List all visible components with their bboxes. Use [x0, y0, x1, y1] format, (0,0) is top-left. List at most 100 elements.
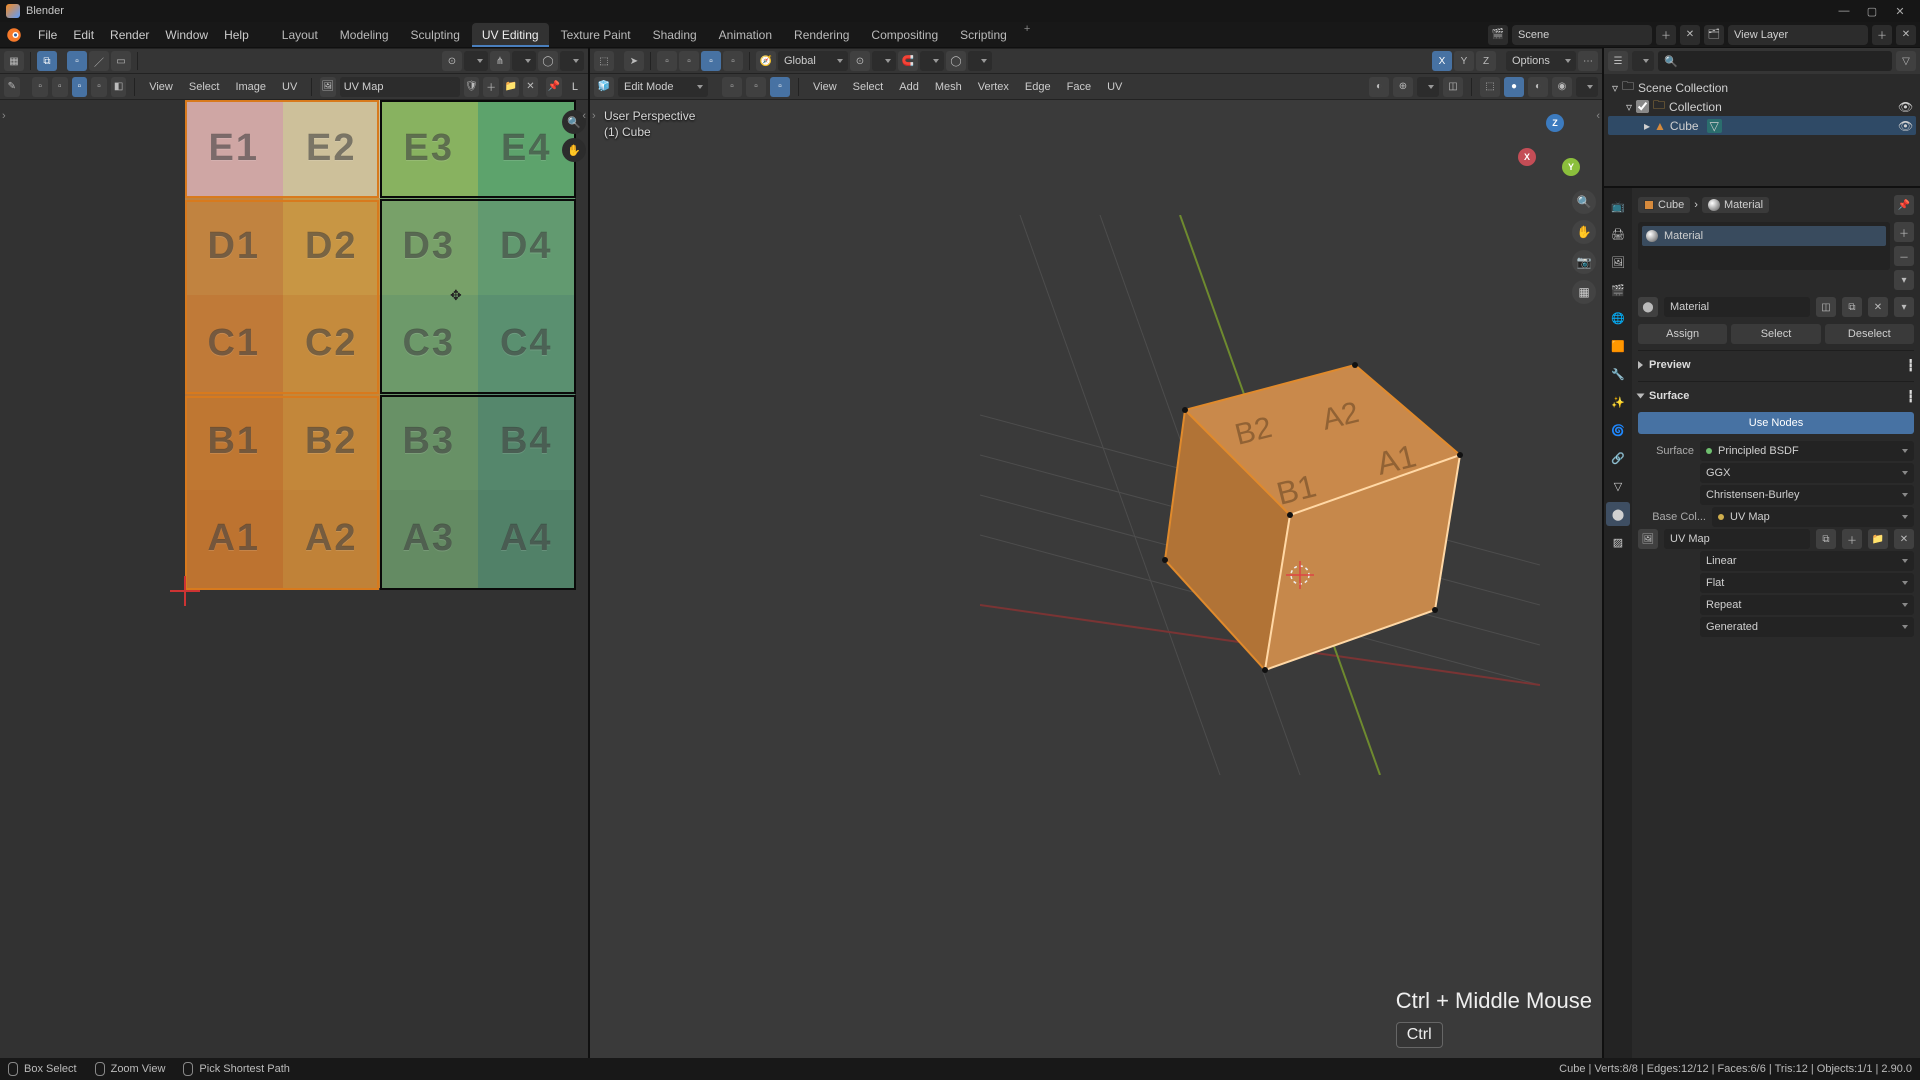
view3d-menu-edge[interactable]: Edge	[1019, 81, 1057, 93]
window-close-button[interactable]: ✕	[1886, 0, 1914, 22]
tab-compositing[interactable]: Compositing	[861, 23, 948, 47]
image-name-field[interactable]: UV Map	[1664, 529, 1810, 549]
eye-icon[interactable]: 👁	[1898, 119, 1912, 133]
tab-material-icon[interactable]: ⬤	[1606, 502, 1630, 526]
tab-mesh-icon[interactable]: ▽	[1606, 474, 1630, 498]
view3d-camera-icon[interactable]: 📷	[1572, 250, 1596, 274]
distribution-dropdown[interactable]: GGX	[1700, 463, 1914, 483]
uv-trunc-menu[interactable]: L	[566, 81, 584, 93]
uv-pin-header-icon[interactable]: 📌	[546, 77, 562, 97]
uv-island-mode-icon[interactable]: ▫	[91, 77, 107, 97]
view3d-snap-dropdown[interactable]	[920, 51, 944, 71]
view3d-overlays-dropdown[interactable]	[1417, 77, 1439, 97]
scene-delete-button[interactable]: ✕	[1680, 25, 1700, 45]
tab-animation[interactable]: Animation	[709, 23, 782, 47]
tab-scene-icon[interactable]: 🎬	[1606, 278, 1630, 302]
view3d-snap-icon[interactable]: 🧲	[898, 51, 918, 71]
view3d-toolbar-toggle[interactable]: ›	[592, 110, 596, 122]
view3d-shading-rendered-icon[interactable]: ◉	[1552, 77, 1572, 97]
uv-menu-view[interactable]: View	[143, 81, 179, 93]
uv-image-name-field[interactable]: UV Map	[340, 77, 460, 97]
tab-object-icon[interactable]: 🟧	[1606, 334, 1630, 358]
blender-icon[interactable]	[4, 25, 24, 45]
uv-select-face[interactable]: ▭	[111, 51, 131, 71]
window-minimize-button[interactable]: —	[1830, 0, 1858, 22]
material-slot-remove[interactable]: －	[1894, 246, 1914, 266]
view3d-options-dropdown[interactable]: Options	[1506, 51, 1576, 71]
view3d-menu-vertex[interactable]: Vertex	[972, 81, 1015, 93]
uv-canvas[interactable]: › E1E2E3E4D1D2D3D4C1C2C3C4B1B2B3B4A1A2A3…	[0, 100, 588, 1058]
view3d-menu-view[interactable]: View	[807, 81, 843, 93]
menu-edit[interactable]: Edit	[65, 22, 102, 48]
uv-image-new-icon[interactable]: ＋	[483, 77, 499, 97]
outliner-display-dropdown[interactable]	[1632, 51, 1654, 71]
uv-2d-cursor[interactable]	[170, 576, 200, 606]
view3d-mode-dropdown[interactable]: Edit Mode	[618, 77, 708, 97]
view3d-gizmo-x[interactable]: X	[1432, 51, 1452, 71]
material-slot-list[interactable]: Material	[1638, 222, 1890, 270]
uv-sticky-icon[interactable]: ◧	[111, 77, 127, 97]
tab-world-icon[interactable]: 🌐	[1606, 306, 1630, 330]
props-pin-icon[interactable]: 📌	[1894, 195, 1914, 215]
view3d-sidebar-toggle[interactable]: ‹	[1596, 110, 1600, 122]
material-newdata-icon[interactable]: ▾	[1894, 297, 1914, 317]
uv-image-unlink-icon[interactable]: ✕	[523, 77, 539, 97]
view3d-header-extra-icon[interactable]: ⋯	[1578, 51, 1598, 71]
basecolor-dropdown[interactable]: UV Map	[1712, 507, 1914, 527]
uv-pan-icon[interactable]: ✋	[562, 138, 586, 162]
tab-output-icon[interactable]: 🖨	[1606, 222, 1630, 246]
tab-scripting[interactable]: Scripting	[950, 23, 1017, 47]
menu-file[interactable]: File	[30, 22, 65, 48]
outliner-search[interactable]: 🔍	[1658, 51, 1892, 71]
view3d-gizmo-y[interactable]: Y	[1454, 51, 1474, 71]
tab-physics-icon[interactable]: 🌀	[1606, 418, 1630, 442]
select-button[interactable]: Select	[1731, 324, 1820, 344]
panel-grip-icon[interactable]: ┇	[1907, 390, 1914, 403]
view3d-selectmode-4[interactable]: ▫	[723, 51, 743, 71]
tab-viewlayer-icon[interactable]: 🖼	[1606, 250, 1630, 274]
view3d-viewport[interactable]: › User Perspective (1) Cube	[590, 100, 1602, 1058]
outliner-object-cube[interactable]: ▸▲ Cube ▽ 👁	[1608, 116, 1916, 135]
uv-menu-image[interactable]: Image	[229, 81, 272, 93]
crumb-material[interactable]: Material	[1702, 197, 1769, 213]
menu-render[interactable]: Render	[102, 22, 157, 48]
tab-particles-icon[interactable]: ✨	[1606, 390, 1630, 414]
view3d-shading-dropdown[interactable]	[1576, 77, 1598, 97]
view3d-pivot-icon[interactable]: ⊙	[850, 51, 870, 71]
deselect-button[interactable]: Deselect	[1825, 324, 1914, 344]
viewlayer-browse-icon[interactable]: 🗂	[1704, 25, 1724, 45]
mesh-data-icon[interactable]: ▽	[1707, 119, 1722, 133]
image-browse-icon[interactable]: 🖼	[1638, 529, 1658, 549]
sss-method-dropdown[interactable]: Christensen-Burley	[1700, 485, 1914, 505]
uv-image-browse-icon[interactable]: 🖼	[320, 77, 336, 97]
uv-snap-dropdown[interactable]	[512, 51, 536, 71]
surface-shader-dropdown[interactable]: Principled BSDF	[1700, 441, 1914, 461]
tab-shading[interactable]: Shading	[643, 23, 707, 47]
axis-y-icon[interactable]: Y	[1562, 158, 1580, 176]
navigation-gizmo[interactable]: Z X Y	[1518, 114, 1580, 176]
material-slot-add[interactable]: ＋	[1894, 222, 1914, 242]
uv-pivot-icon[interactable]: ⊙	[442, 51, 462, 71]
outliner-filter-icon[interactable]: ▽	[1896, 51, 1916, 71]
uv-face-mode-icon[interactable]: ▫	[72, 77, 88, 97]
view3d-orient-icon[interactable]: 🧭	[756, 51, 776, 71]
projection-dropdown[interactable]: Flat	[1700, 573, 1914, 593]
uv-editor-type-icon[interactable]: ▦	[4, 51, 24, 71]
view3d-editor-type-icon[interactable]: ⬚	[594, 51, 614, 71]
menu-help[interactable]: Help	[216, 22, 257, 48]
tab-uv-editing[interactable]: UV Editing	[472, 23, 549, 47]
uv-edge-mode-icon[interactable]: ▫	[52, 77, 68, 97]
view3d-menu-uv[interactable]: UV	[1101, 81, 1128, 93]
material-slot[interactable]: Material	[1642, 226, 1886, 246]
material-name-field[interactable]: Material	[1664, 297, 1810, 317]
uv-image-open-icon[interactable]: 📁	[503, 77, 519, 97]
tab-render-icon[interactable]: 📺	[1606, 194, 1630, 218]
collection-enable-checkbox[interactable]	[1636, 100, 1649, 113]
viewlayer-new-button[interactable]: ＋	[1872, 25, 1892, 45]
uv-image-pin-icon[interactable]: 🛡	[464, 77, 480, 97]
image-link-icon[interactable]: ⧉	[1816, 529, 1836, 549]
view3d-menu-select[interactable]: Select	[847, 81, 890, 93]
axis-z-icon[interactable]: Z	[1546, 114, 1564, 132]
view3d-sel-face[interactable]: ▫	[770, 77, 790, 97]
image-unlink-icon[interactable]: ✕	[1894, 529, 1914, 549]
